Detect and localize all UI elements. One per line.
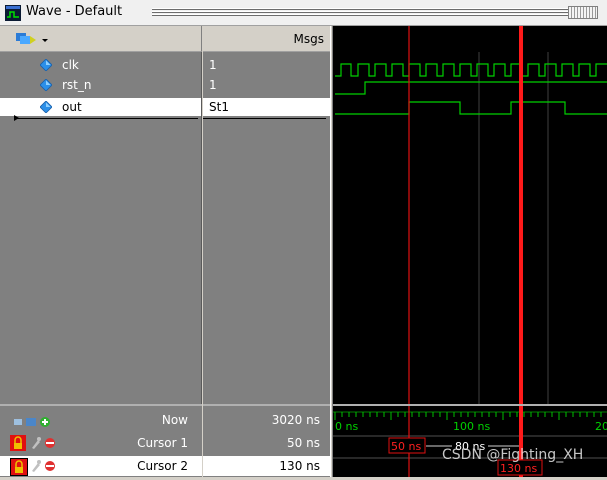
signal-row-out[interactable]: out [0,98,201,116]
insertion-marker [14,115,19,121]
cursor-names-pane: Now Cursor 1 Cursor 2 [0,404,202,477]
rst_n-waveform [335,81,607,95]
signal-row-rst_n[interactable]: rst_n [0,76,201,94]
signal-values-pane: 1 1 St1 [203,52,330,404]
cursor-tools-icon[interactable] [30,459,70,473]
waveform-canvas [335,52,607,404]
cursor-2-marker: 130 ns [500,462,537,475]
signal-name: clk [62,58,79,72]
cursor-2-value-row[interactable]: 130 ns [203,456,330,476]
tick-label: 100 ns [453,420,490,433]
ruler-ticks [334,412,602,420]
lock-icon[interactable] [10,435,26,451]
signal-value: St1 [209,100,229,114]
watermark: CSDN @Fighting_XH [442,447,584,463]
lock-icon[interactable] [10,458,28,476]
cursor-values-pane: 3020 ns 50 ns 130 ns [203,404,330,477]
toolbar-dropdown-icon[interactable] [14,30,54,48]
cursor-1-value-row[interactable]: 50 ns [203,433,330,453]
waveform-pane[interactable] [333,52,607,404]
values-header: Msgs [203,26,330,52]
now-value-row: 3020 ns [203,410,330,430]
msgs-column-title: Msgs [293,32,324,46]
clk-waveform [335,63,607,77]
cursor-tools-icon[interactable] [30,436,70,450]
wave-header-cursors [408,26,523,52]
insertion-line [16,118,198,119]
cursor-label: Cursor 2 [137,459,188,473]
signal-diamond-icon [40,79,52,91]
window-titlebar: Wave - Default [0,0,607,26]
now-value: 3020 ns [271,413,320,427]
signal-diamond-icon [40,59,52,71]
value-row-clk[interactable]: 1 [203,56,330,74]
cursor-value: 130 ns [279,459,320,473]
timeline-ruler[interactable]: 0 ns 100 ns 200 50 ns 80 ns 130 ns [333,404,607,477]
value-row-out[interactable]: St1 [203,98,330,116]
window-title: Wave - Default [26,4,123,19]
tick-label: 200 [595,420,607,433]
signal-row-clk[interactable]: clk [0,56,201,74]
cursor-value: 50 ns [287,436,320,450]
wave-window-icon [5,5,21,21]
value-row-rst_n[interactable]: 1 [203,76,330,94]
ruler-canvas: 0 ns 100 ns 200 50 ns 80 ns 130 ns [333,406,607,477]
signal-name: out [62,100,82,114]
insertion-line [203,118,326,119]
title-drag-lines[interactable] [152,8,568,17]
signal-name: rst_n [62,78,92,92]
tick-label: 0 ns [335,420,358,433]
signal-names-pane: clk rst_n out [0,52,202,404]
cursor-1-marker: 50 ns [391,440,421,453]
cursor-1-row[interactable]: Cursor 1 [0,433,202,453]
signal-value: 1 [209,78,217,92]
names-header [0,26,202,52]
title-grip-handle[interactable] [568,6,598,19]
signal-value: 1 [209,58,217,72]
out-waveform [335,101,607,115]
now-label: Now [161,413,188,427]
signal-diamond-icon [40,101,52,113]
cursor-2-row[interactable]: Cursor 2 [0,456,202,476]
timeline-tools-icon[interactable] [12,415,62,429]
now-row: Now [0,410,202,430]
cursor-label: Cursor 1 [137,436,188,450]
